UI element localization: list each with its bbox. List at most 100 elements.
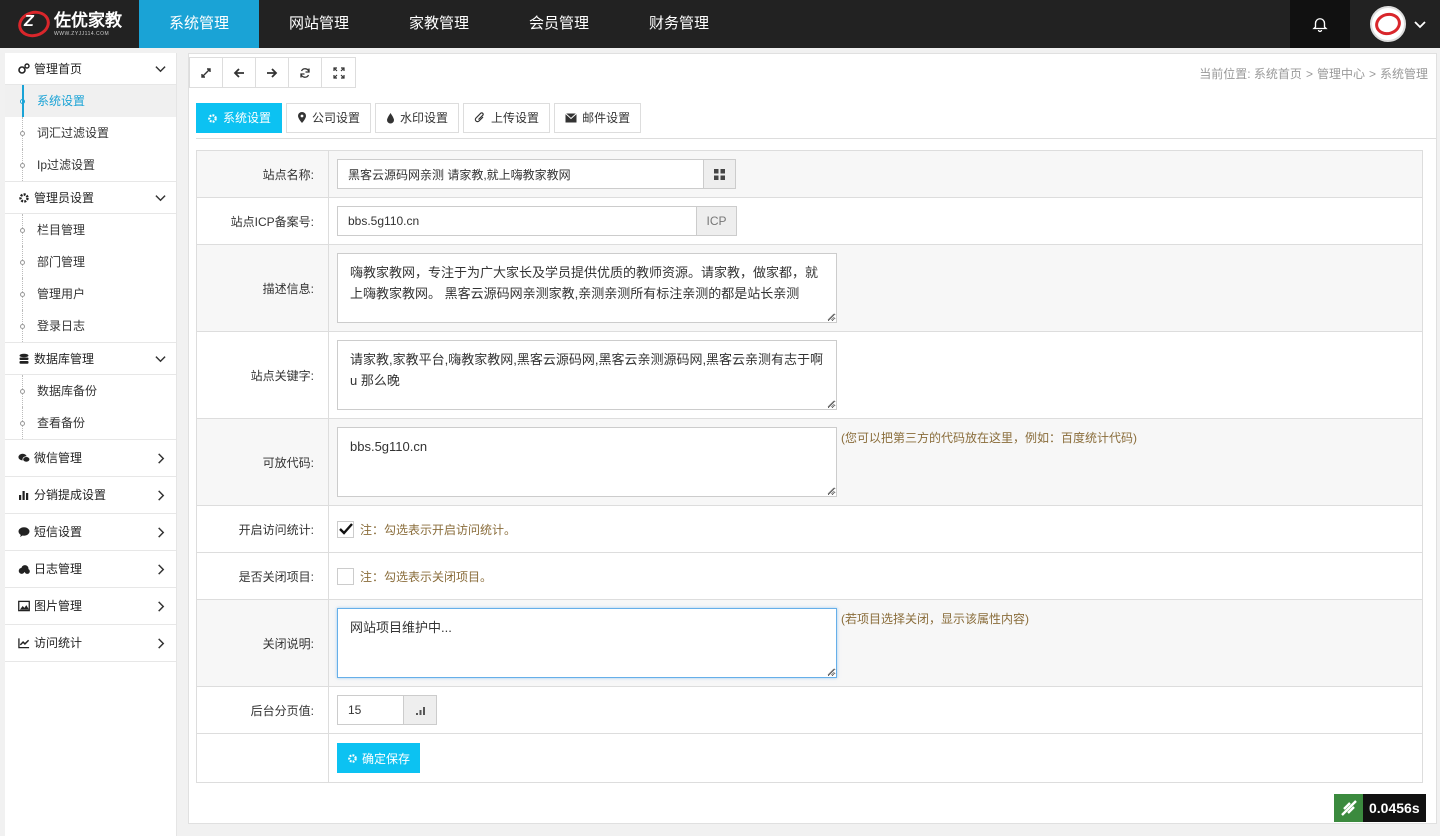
breadcrumb-item-home[interactable]: 系统首页 bbox=[1254, 67, 1302, 81]
sidebar-item-view-backups[interactable]: 查看备份 bbox=[5, 407, 176, 439]
resize-grip-icon[interactable] bbox=[827, 400, 835, 408]
tab-watermark-settings[interactable]: 水印设置 bbox=[375, 103, 460, 133]
icp-input[interactable]: bbs.5g110.cn bbox=[337, 206, 697, 236]
sidebar-item-db-backup[interactable]: 数据库备份 bbox=[5, 375, 176, 407]
sidebar-item-system-settings[interactable]: 系统设置 bbox=[5, 85, 176, 117]
sidebar-group-home[interactable]: 管理首页 bbox=[5, 53, 176, 85]
sidebar-group-wechat[interactable]: 微信管理 bbox=[5, 440, 176, 477]
breadcrumb-item-center[interactable]: 管理中心 bbox=[1317, 67, 1365, 81]
gear-icon bbox=[207, 113, 218, 124]
sidebar-group-sms[interactable]: 短信设置 bbox=[5, 514, 176, 551]
back-button[interactable] bbox=[223, 58, 256, 87]
description-textarea[interactable]: 嗨教家教网，专注于为广大家长及学员提供优质的教师资源。请家教，做家都，就上嗨教家… bbox=[337, 253, 837, 323]
sidebar-group-label: 日志管理 bbox=[34, 562, 83, 576]
keywords-label: 站点关键字: bbox=[197, 332, 329, 418]
site-name-input[interactable]: 黑客云源码网亲测 请家教,就上嗨教家教网 bbox=[337, 159, 704, 189]
tab-label: 系统设置 bbox=[223, 111, 272, 125]
tab-label: 邮件设置 bbox=[582, 111, 631, 125]
sidebar-group-visits[interactable]: 访问统计 bbox=[5, 625, 176, 662]
leaf-icon bbox=[1334, 794, 1363, 822]
sidebar-item-label: Ip过滤设置 bbox=[37, 158, 96, 172]
top-nav: 系统管理 网站管理 家教管理 会员管理 财务管理 bbox=[139, 0, 739, 48]
tab-mail-settings[interactable]: 邮件设置 bbox=[554, 103, 642, 133]
tabs-divider bbox=[196, 138, 1436, 139]
chevron-right-icon bbox=[155, 514, 166, 550]
topnav-website[interactable]: 网站管理 bbox=[259, 0, 379, 48]
code-textarea[interactable]: bbs.5g110.cn bbox=[337, 427, 837, 497]
paperclip-icon bbox=[474, 112, 486, 124]
sidebar-item-users[interactable]: 管理用户 bbox=[5, 278, 176, 310]
tab-system-settings[interactable]: 系统设置 bbox=[196, 103, 283, 133]
row-page-size: 后台分页值: 15 bbox=[197, 687, 1422, 734]
top-bar: Z 佐优家教 WWW.ZYJJ114.COM 系统管理 网站管理 家教管理 会员… bbox=[0, 0, 1440, 48]
chevron-right-icon bbox=[155, 551, 166, 587]
close-label: 是否关闭项目: bbox=[197, 553, 329, 599]
tab-company-settings[interactable]: 公司设置 bbox=[286, 103, 372, 133]
sidebar-item-word-filter[interactable]: 词汇过滤设置 bbox=[5, 117, 176, 149]
sidebar-group-label: 访问统计 bbox=[34, 636, 83, 650]
topnav-finance[interactable]: 财务管理 bbox=[619, 0, 739, 48]
notifications-button[interactable] bbox=[1290, 0, 1350, 48]
fullscreen-button[interactable] bbox=[322, 58, 355, 87]
keywords-textarea[interactable]: 请家教,家教平台,嗨教家教网,黑客云源码网,黑客云亲测源码网,黑客云亲测有志于啊… bbox=[337, 340, 837, 410]
bar-chart-icon bbox=[18, 489, 30, 501]
description-label: 描述信息: bbox=[197, 245, 329, 331]
checkmark-icon bbox=[338, 523, 353, 535]
resize-grip-icon[interactable] bbox=[827, 313, 835, 321]
sidebar-group-logs[interactable]: 日志管理 bbox=[5, 551, 176, 588]
close-checkbox[interactable] bbox=[337, 567, 354, 585]
save-button[interactable]: 确定保存 bbox=[337, 743, 421, 773]
row-site-name: 站点名称: 黑客云源码网亲测 请家教,就上嗨教家教网 bbox=[197, 151, 1422, 198]
sidebar-item-ip-filter[interactable]: Ip过滤设置 bbox=[5, 149, 176, 181]
cloud-icon bbox=[18, 563, 30, 575]
sidebar-group-database[interactable]: 数据库管理 bbox=[5, 343, 176, 375]
brand-name: 佐优家教 bbox=[54, 10, 122, 31]
code-hint: (您可以把第三方的代码放在这里，例如：百度统计代码) bbox=[841, 431, 1137, 445]
settings-tabs: 系统设置 公司设置 水印设置 上传设置 邮件设置 bbox=[196, 103, 645, 133]
close-desc-textarea[interactable]: 网站项目维护中... bbox=[337, 608, 837, 678]
resize-grip-icon[interactable] bbox=[827, 487, 835, 495]
render-time: 0.0456s bbox=[1363, 794, 1426, 822]
save-button-label: 确定保存 bbox=[362, 751, 411, 766]
sidebar-group-label: 微信管理 bbox=[34, 451, 83, 465]
expand-button[interactable] bbox=[190, 58, 223, 87]
sidebar-group-admins[interactable]: 管理员设置 bbox=[5, 182, 176, 214]
cogs-icon bbox=[18, 62, 30, 75]
topnav-tutoring[interactable]: 家教管理 bbox=[379, 0, 499, 48]
row-close: 是否关闭项目: 注：勾选表示关闭项目。 bbox=[197, 553, 1422, 600]
wechat-icon bbox=[18, 452, 30, 464]
sidebar-item-label: 栏目管理 bbox=[37, 223, 86, 237]
topnav-system[interactable]: 系统管理 bbox=[139, 0, 259, 48]
row-save: 确定保存 bbox=[197, 734, 1422, 782]
refresh-button[interactable] bbox=[289, 58, 322, 87]
sidebar-group-label: 数据库管理 bbox=[34, 351, 95, 366]
chevron-down-icon bbox=[155, 182, 166, 213]
page-size-input[interactable]: 15 bbox=[337, 695, 404, 725]
site-name-addon-button[interactable] bbox=[704, 159, 736, 189]
refresh-icon bbox=[300, 67, 310, 78]
topnav-members[interactable]: 会员管理 bbox=[499, 0, 619, 48]
logo[interactable]: Z 佐优家教 WWW.ZYJJ114.COM bbox=[0, 0, 139, 48]
resize-grip-icon[interactable] bbox=[827, 668, 835, 676]
sidebar-item-columns[interactable]: 栏目管理 bbox=[5, 214, 176, 246]
sidebar-item-departments[interactable]: 部门管理 bbox=[5, 246, 176, 278]
sidebar-group-images[interactable]: 图片管理 bbox=[5, 588, 176, 625]
sidebar-group-label: 管理员设置 bbox=[34, 190, 95, 205]
sidebar-item-login-log[interactable]: 登录日志 bbox=[5, 310, 176, 342]
icp-addon: ICP bbox=[697, 206, 737, 236]
sidebar: 管理首页 系统设置 词汇过滤设置 Ip过滤设置 管理员设置 栏目管理 部门管理 … bbox=[5, 53, 177, 836]
render-timer: 0.0456s bbox=[1334, 794, 1426, 822]
envelope-icon bbox=[565, 113, 577, 123]
sidebar-group-label: 图片管理 bbox=[34, 599, 83, 613]
tab-upload-settings[interactable]: 上传设置 bbox=[463, 103, 551, 133]
sidebar-item-label: 部门管理 bbox=[37, 255, 86, 269]
arrow-left-icon bbox=[233, 67, 244, 78]
close-desc-label: 关闭说明: bbox=[197, 600, 329, 686]
sidebar-group-label: 管理首页 bbox=[34, 61, 83, 76]
stats-checkbox[interactable] bbox=[337, 520, 354, 538]
sidebar-item-label: 词汇过滤设置 bbox=[37, 126, 110, 140]
user-menu[interactable] bbox=[1350, 0, 1440, 48]
sidebar-group-commission[interactable]: 分销提成设置 bbox=[5, 477, 176, 514]
page-size-label: 后台分页值: bbox=[197, 687, 329, 733]
forward-button[interactable] bbox=[256, 58, 289, 87]
